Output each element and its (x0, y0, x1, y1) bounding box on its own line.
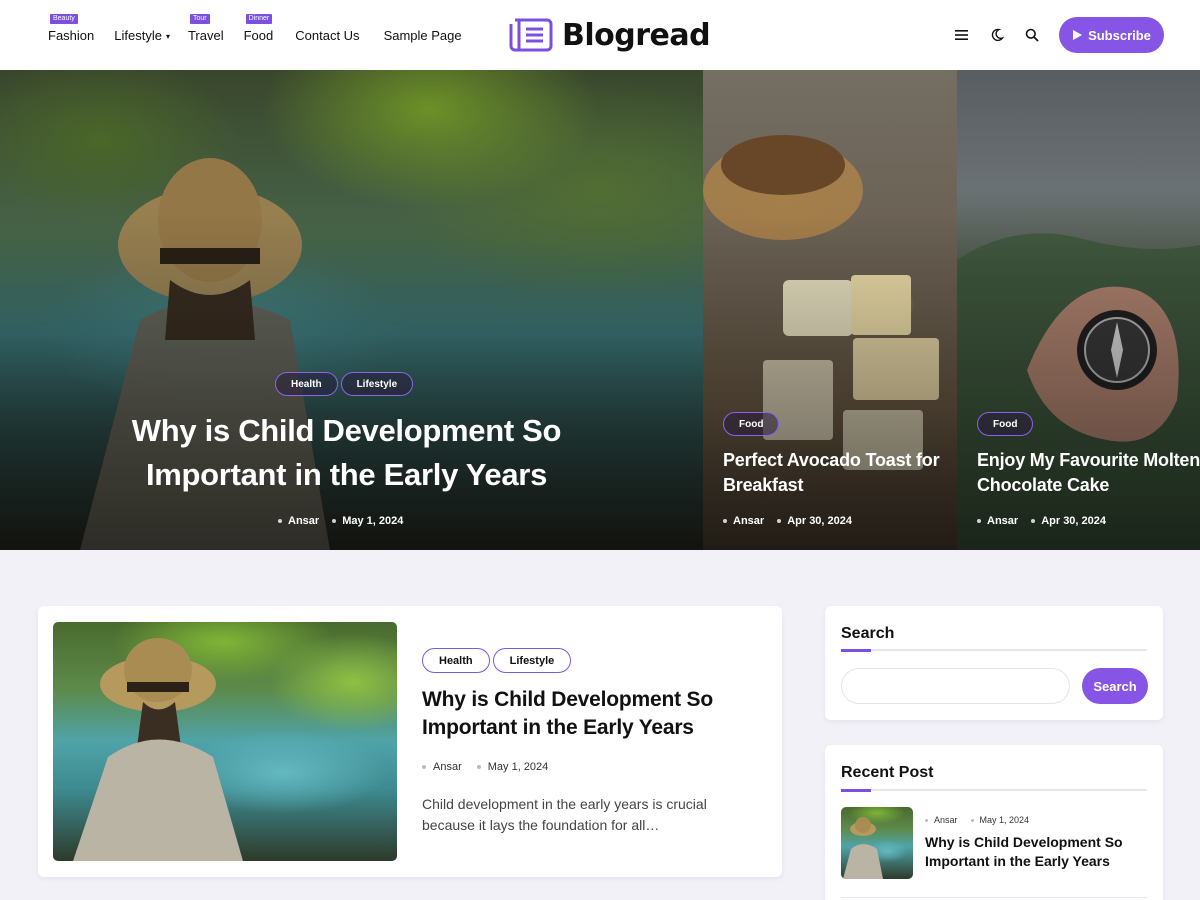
hero-categories: Food (977, 412, 1036, 436)
nav-item-fashion[interactable]: Beauty Fashion (48, 0, 94, 43)
search-icon[interactable] (1023, 26, 1041, 44)
widget-title-underline (841, 789, 1147, 792)
main-nav: Beauty Fashion Lifestyle ▾ Tour Travel Di… (48, 0, 488, 70)
nav-item-sample-page[interactable]: Sample Page (384, 0, 462, 43)
bullet-icon (925, 818, 928, 822)
bullet-icon (977, 519, 981, 523)
post-date[interactable]: May 1, 2024 (980, 815, 1030, 825)
post-meta: Ansar May 1, 2024 (925, 815, 1029, 825)
recent-post-item[interactable]: Ansar May 1, 2024 Why is Child Developme… (841, 807, 1147, 898)
hero-slide-main[interactable]: Health Lifestyle Why is Child Developmen… (0, 70, 703, 550)
site-header: Beauty Fashion Lifestyle ▾ Tour Travel Di… (0, 0, 1200, 70)
hero-title[interactable]: Why is Child Development So Important in… (100, 409, 593, 497)
site-logo[interactable]: Blogread (507, 16, 711, 54)
bullet-icon (332, 519, 337, 523)
recent-posts-widget: Recent Post Ansar May 1, 2024 Why is Chi… (825, 745, 1163, 900)
post-author[interactable]: Ansar (733, 515, 764, 527)
widget-title: Recent Post (841, 764, 934, 781)
post-thumbnail[interactable] (53, 622, 397, 861)
nav-item-lifestyle[interactable]: Lifestyle ▾ (114, 0, 170, 43)
nav-item-label: Sample Page (383, 28, 462, 43)
nav-item-contact-us[interactable]: Contact Us (295, 0, 359, 43)
post-author[interactable]: Ansar (987, 515, 1018, 527)
moon-icon[interactable] (988, 26, 1006, 44)
nav-item-food[interactable]: Dinner Food (243, 0, 274, 43)
category-pill-health[interactable]: Health (275, 372, 338, 396)
nav-item-label: Travel (187, 28, 224, 43)
bullet-icon (422, 765, 426, 769)
subscribe-label: Subscribe (1088, 27, 1151, 43)
nav-item-label: Food (243, 28, 274, 43)
recent-post-title[interactable]: Why is Child Development So Important in… (925, 833, 1125, 871)
nav-item-label: Lifestyle (114, 28, 162, 43)
play-icon (1073, 30, 1083, 40)
post-author[interactable]: Ansar (433, 761, 462, 773)
post-author[interactable]: Ansar (288, 515, 319, 527)
category-pill-lifestyle[interactable]: Lifestyle (492, 648, 572, 673)
widget-title-underline (841, 649, 1147, 652)
bullet-icon (777, 519, 782, 523)
nav-badge-tour: Tour (189, 14, 210, 24)
header-tools: Subscribe (953, 17, 1164, 53)
menu-icon[interactable] (953, 26, 971, 44)
nav-item-label: Fashion (48, 28, 95, 43)
search-button[interactable]: Search (1082, 668, 1148, 704)
category-pill-health[interactable]: Health (422, 648, 490, 673)
category-pill-food[interactable]: Food (977, 412, 1034, 436)
nav-badge-dinner: Dinner (245, 14, 273, 24)
category-pill-food[interactable]: Food (723, 412, 780, 436)
post-meta: Ansar Apr 30, 2024 (977, 515, 1106, 527)
hero-slide-avocado-toast[interactable]: Food Perfect Avocado Toast for Breakfast… (703, 70, 957, 550)
post-thumbnail-image (73, 638, 243, 861)
post-title[interactable]: Why is Child Development So Important in… (422, 686, 752, 742)
post-categories: Health Lifestyle (422, 648, 574, 673)
recent-post-thumbnail[interactable] (841, 807, 913, 879)
divider (841, 897, 1147, 898)
bullet-icon (723, 519, 727, 523)
logo-text: Blogread (562, 17, 711, 53)
post-date[interactable]: Apr 30, 2024 (1041, 515, 1106, 527)
post-excerpt: Child development in the early years is … (422, 796, 707, 833)
post-card: Health Lifestyle Why is Child Developmen… (38, 606, 782, 877)
post-date[interactable]: Apr 30, 2024 (787, 515, 852, 527)
category-pill-lifestyle[interactable]: Lifestyle (340, 372, 414, 396)
post-meta: Ansar May 1, 2024 (422, 761, 548, 773)
recent-post-thumbnail-image (843, 817, 883, 879)
caret-down-icon: ▾ (165, 32, 170, 42)
search-widget: Search Search (825, 606, 1163, 720)
bullet-icon (970, 818, 974, 822)
bullet-icon (278, 519, 282, 523)
widget-title: Search (841, 625, 895, 642)
search-input[interactable] (841, 668, 1070, 704)
post-date[interactable]: May 1, 2024 (342, 515, 403, 527)
hero-slider: Health Lifestyle Why is Child Developmen… (0, 70, 1200, 550)
hero-title[interactable]: Enjoy My Favourite Molten Chocolate Cake (977, 448, 1200, 498)
hero-categories: Food (723, 412, 782, 436)
post-meta: Ansar May 1, 2024 (278, 515, 403, 527)
hero-categories: Health Lifestyle (275, 372, 416, 396)
subscribe-button[interactable]: Subscribe (1059, 17, 1164, 53)
post-author[interactable]: Ansar (934, 815, 958, 825)
hero-title[interactable]: Perfect Avocado Toast for Breakfast (723, 448, 948, 498)
bullet-icon (1031, 519, 1036, 523)
logo-icon (509, 18, 553, 52)
nav-item-travel[interactable]: Tour Travel (188, 0, 224, 43)
bullet-icon (476, 765, 481, 769)
nav-item-label: Contact Us (295, 28, 360, 43)
hero-slide-chocolate-cake[interactable]: Food Enjoy My Favourite Molten Chocolate… (957, 70, 1200, 550)
nav-badge-beauty: Beauty (50, 14, 78, 24)
post-meta: Ansar Apr 30, 2024 (723, 515, 852, 527)
post-date[interactable]: May 1, 2024 (488, 761, 549, 773)
